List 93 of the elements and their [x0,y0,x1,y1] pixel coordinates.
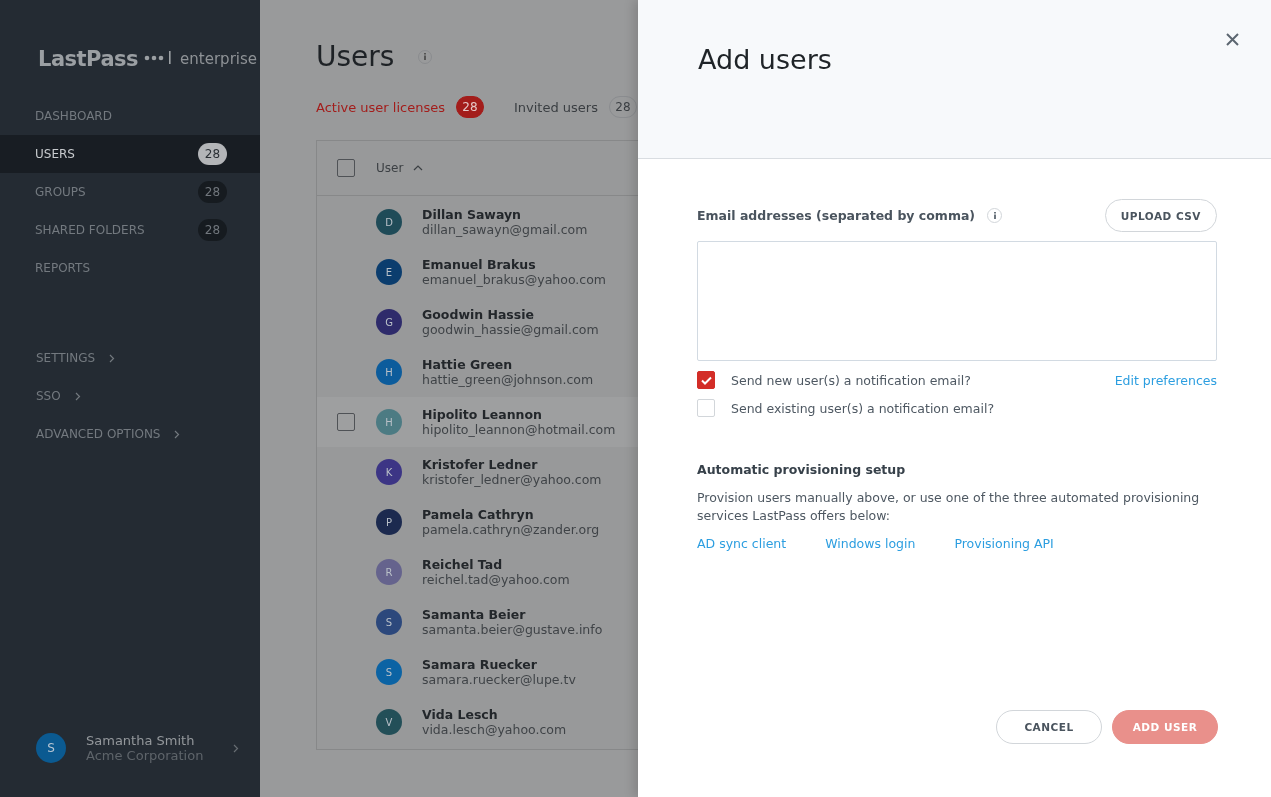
cancel-button[interactable]: CANCEL [996,710,1102,744]
drawer-title: Add users [698,44,833,75]
user-email: samara.ruecker@lupe.tv [422,672,576,687]
sidebar-menu-item[interactable]: SSO [0,377,260,415]
sidebar-item[interactable]: GROUPS 28 [0,173,260,211]
sidebar-item-label: REPORTS [35,261,90,275]
user-row[interactable]: E Emanuel Brakus emanuel_brakus@yahoo.com [317,247,638,297]
provisioning-link[interactable]: AD sync client [697,536,787,551]
sidebar-menu-item[interactable]: SETTINGS [0,339,260,377]
avatar: P [376,509,402,535]
checkbox-label: Send new user(s) a notification email? [731,372,972,388]
user-name: Dillan Sawayn [422,207,522,222]
email-input-field[interactable] [697,241,1217,361]
user-email: kristofer_ledner@yahoo.com [422,472,602,487]
provisioning-link[interactable]: Windows login [825,536,916,551]
user-row[interactable]: P Pamela Cathryn pamela.cathryn@zander.org [317,497,638,547]
user-email: dillan_sawayn@gmail.com [422,222,588,237]
section-description: Provision users manually above, or use one of the three automated provisioning services LastPass offers below: [697,489,1201,525]
checkbox-label: Send existing user(s) a notification email? [731,400,996,416]
user-row[interactable]: H Hattie Green hattie_green@johnson.com [317,347,638,397]
user-email: vida.lesch@yahoo.com [422,722,567,737]
sort-caret-icon [413,165,424,171]
sidebar-menu-item[interactable]: ADVANCED OPTIONS [0,415,260,453]
select-all-checkbox[interactable] [337,159,355,177]
user-row[interactable]: S Samara Ruecker samara.ruecker@lupe.tv [317,647,638,697]
user-row[interactable]: H Hipolito Leannon hipolito_leannon@hotmail.com [317,397,638,447]
sidebar-item-label: DASHBOARD [35,109,112,123]
avatar: S [36,733,66,763]
sidebar-item[interactable]: USERS 28 [0,135,260,173]
count-badge: 28 [198,219,227,241]
check-icon [700,375,712,385]
user-email: pamela.cathryn@zander.org [422,522,600,537]
user-row[interactable]: K Kristofer Ledner kristofer_ledner@yahoo.com [317,447,638,497]
user-name: Emanuel Brakus [422,257,537,272]
avatar: H [376,409,402,435]
chevron-right-icon [74,391,81,401]
page-title: Users [316,40,395,73]
avatar: E [376,259,402,285]
user-email: emanuel_brakus@yahoo.com [422,272,607,287]
user-name: Hipolito Leannon [422,407,543,422]
sidebar-item-label: SHARED FOLDERS [35,223,145,237]
close-icon[interactable] [1226,33,1239,46]
user-email: reichel.tad@yahoo.com [422,572,570,587]
user-name: Vida Lesch [422,707,499,722]
user-email: goodwin_hassie@gmail.com [422,322,599,337]
account-company: Acme Corporation [86,748,204,763]
row-checkbox[interactable] [337,413,355,431]
sidebar-item-label: USERS [35,147,75,161]
user-name: Samanta Beier [422,607,527,622]
user-name: Reichel Tad [422,557,504,572]
user-name: Goodwin Hassie [422,307,535,322]
avatar: H [376,359,402,385]
filter-tab[interactable]: Invited users 28 [514,96,637,118]
logo-product-name: enterprise [180,50,257,68]
count-badge: 28 [198,181,227,203]
logo-wordmark: LastPass [38,47,139,71]
user-email: hattie_green@johnson.com [422,372,594,387]
sidebar-item[interactable]: REPORTS [0,249,260,287]
chevron-right-icon [174,429,181,439]
avatar: V [376,709,402,735]
avatar: D [376,209,402,235]
filter-tab[interactable]: Active user licenses 28 [316,96,484,118]
count-badge: 28 [198,143,227,165]
user-row[interactable]: D Dillan Sawayn dillan_sawayn@gmail.com [317,197,638,247]
user-name: Samara Ruecker [422,657,538,672]
user-name: Hattie Green [422,357,514,372]
user-row[interactable]: S Samanta Beier samanta.beier@gustave.info [317,597,638,647]
section-title: Automatic provisioning setup [697,462,907,477]
edit-preferences-link[interactable]: Edit preferences [1114,372,1217,388]
user-row[interactable]: R Reichel Tad reichel.tad@yahoo.com [317,547,638,597]
chevron-right-icon[interactable] [233,743,240,753]
provisioning-link[interactable]: Provisioning API [954,536,1054,551]
sidebar-item[interactable]: DASHBOARD [0,97,260,135]
column-header[interactable]: User [376,161,424,175]
user-email: samanta.beier@gustave.info [422,622,603,637]
upload-csv-button[interactable]: UPLOAD CSV [1104,199,1217,232]
user-name: Pamela Cathryn [422,507,535,522]
avatar: G [376,309,402,335]
user-row[interactable]: V Vida Lesch vida.lesch@yahoo.com [317,697,638,747]
sidebar-item-label: GROUPS [35,185,86,199]
user-name: Kristofer Ledner [422,457,539,472]
avatar: K [376,459,402,485]
count-badge: 28 [456,96,484,118]
avatar: S [376,609,402,635]
avatar: R [376,559,402,585]
user-email: hipolito_leannon@hotmail.com [422,422,616,437]
account-name: Samantha Smith [86,733,196,748]
checkbox[interactable] [697,371,715,389]
chevron-right-icon [109,353,116,363]
sidebar-item[interactable]: SHARED FOLDERS 28 [0,211,260,249]
avatar: S [376,659,402,685]
user-row[interactable]: G Goodwin Hassie goodwin_hassie@gmail.com [317,297,638,347]
field-label: Email addresses (separated by comma) [697,208,976,223]
